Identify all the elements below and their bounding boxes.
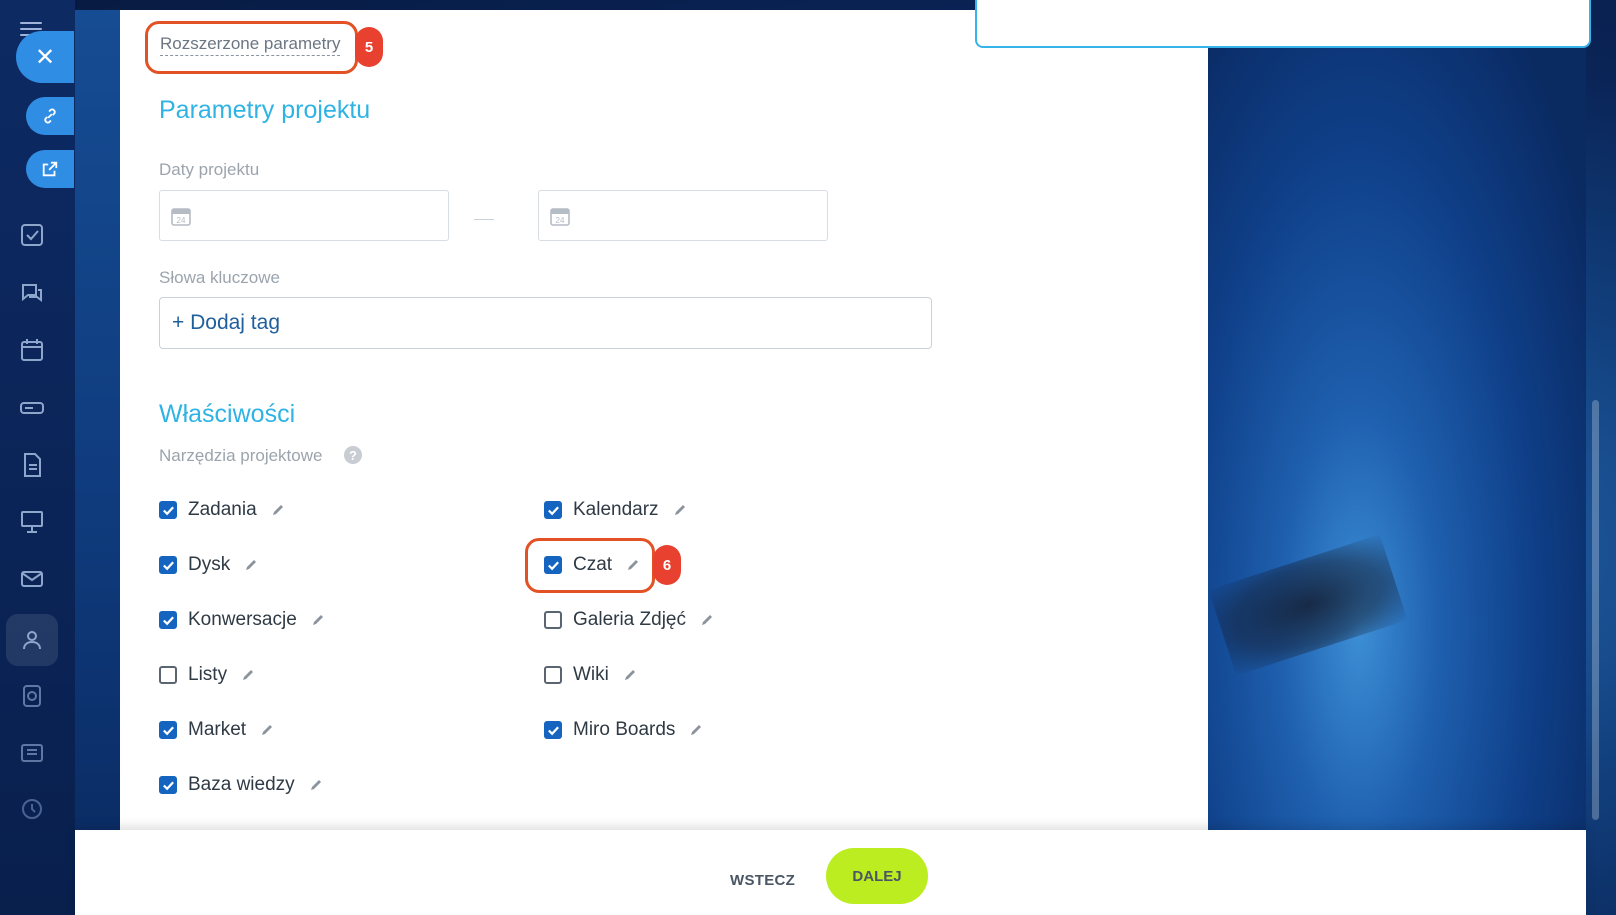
pencil-icon[interactable] <box>309 778 323 792</box>
tool-label: Baza wiedzy <box>188 774 295 795</box>
next-button[interactable]: DALEJ <box>826 848 928 904</box>
checkbox-checked[interactable] <box>544 501 562 519</box>
properties-title: Właściwości <box>159 400 296 428</box>
tool-label: Zadania <box>188 499 257 520</box>
presentation-icon[interactable] <box>19 509 45 535</box>
tool-label: Kalendarz <box>573 499 659 520</box>
chat-icon[interactable] <box>19 280 45 306</box>
pencil-icon[interactable] <box>260 723 274 737</box>
tool-label: Galeria Zdjęć <box>573 609 686 630</box>
panel-gutter <box>75 10 120 830</box>
pencil-icon[interactable] <box>271 503 285 517</box>
pencil-icon[interactable] <box>311 613 325 627</box>
mail-icon[interactable] <box>19 566 45 592</box>
checkbox-unchecked[interactable] <box>159 666 177 684</box>
keywords-label: Słowa kluczowe <box>159 268 280 287</box>
link-icon <box>44 108 56 124</box>
project-tools-label: Narzędzia projektowe <box>159 446 323 465</box>
tool-option[interactable]: Listy <box>159 662 255 688</box>
checkbox-checked[interactable] <box>159 501 177 519</box>
tool-option[interactable]: Wiki <box>544 662 637 688</box>
keywords-input[interactable]: + Dodaj tag <box>159 297 932 349</box>
checkbox-checked[interactable] <box>159 556 177 574</box>
callout-badge-5: 5 <box>355 27 383 67</box>
tasks-icon[interactable] <box>19 222 45 248</box>
checkbox-checked[interactable] <box>159 776 177 794</box>
tool-label: Czat <box>573 554 613 575</box>
project-name-input-frame[interactable] <box>975 0 1591 48</box>
close-button[interactable]: ✕ <box>16 31 74 83</box>
copy-link-button[interactable] <box>26 97 74 135</box>
tool-label: Miro Boards <box>573 719 676 740</box>
pencil-icon[interactable] <box>689 723 703 737</box>
contacts-icon[interactable] <box>19 740 45 766</box>
groups-icon[interactable] <box>19 627 45 653</box>
back-button[interactable]: WSTECZ <box>730 872 795 889</box>
pencil-icon[interactable] <box>700 613 714 627</box>
checkbox-checked[interactable] <box>544 556 562 574</box>
left-rail <box>0 0 75 915</box>
end-date-input[interactable]: 24 <box>538 190 828 241</box>
tool-label: Wiki <box>573 664 609 685</box>
open-new-window-button[interactable] <box>26 150 74 188</box>
dates-label: Daty projektu <box>159 160 260 179</box>
checkbox-unchecked[interactable] <box>544 666 562 684</box>
advanced-params-link[interactable]: Rozszerzone parametry <box>160 34 341 56</box>
pencil-icon[interactable] <box>626 558 640 572</box>
tool-option[interactable]: Zadania <box>159 497 285 523</box>
tool-option[interactable]: Galeria Zdjęć <box>544 607 714 633</box>
tool-option[interactable]: Dysk <box>159 552 258 578</box>
project-params-title: Parametry projektu <box>159 96 371 124</box>
start-date-input[interactable]: 24 <box>159 190 449 241</box>
drive-icon[interactable] <box>19 394 45 420</box>
tool-label: Market <box>188 719 247 740</box>
svg-text:24: 24 <box>556 216 565 225</box>
calendar-icon: 24 <box>171 208 191 226</box>
tool-option[interactable]: Kalendarz <box>544 497 687 523</box>
checkbox-unchecked[interactable] <box>544 611 562 629</box>
tool-label: Konwersacje <box>188 609 297 630</box>
pencil-icon[interactable] <box>244 558 258 572</box>
pencil-icon[interactable] <box>623 668 637 682</box>
tool-label: Listy <box>188 664 228 685</box>
pencil-icon[interactable] <box>241 668 255 682</box>
checkbox-checked[interactable] <box>159 721 177 739</box>
tool-option[interactable]: Market <box>159 717 274 743</box>
checkbox-checked[interactable] <box>159 611 177 629</box>
calendar-icon[interactable] <box>19 337 45 363</box>
svg-text:24: 24 <box>177 216 186 225</box>
tool-option[interactable]: Czat <box>544 552 640 578</box>
tool-label: Dysk <box>188 554 231 575</box>
settings-icon[interactable] <box>19 796 45 822</box>
pencil-icon[interactable] <box>673 503 687 517</box>
help-icon[interactable]: ? <box>344 446 362 464</box>
document-icon[interactable] <box>19 452 45 478</box>
external-link-icon <box>42 161 58 177</box>
calendar-icon: 24 <box>550 208 570 226</box>
background-image <box>1208 10 1586 830</box>
checkbox-checked[interactable] <box>544 721 562 739</box>
scrollbar[interactable] <box>1592 400 1599 820</box>
tool-option[interactable]: Baza wiedzy <box>159 772 323 798</box>
apps-icon[interactable] <box>19 683 45 709</box>
date-range-separator <box>474 219 494 220</box>
tool-option[interactable]: Konwersacje <box>159 607 325 633</box>
close-icon: ✕ <box>34 43 56 71</box>
add-tag-button[interactable]: + Dodaj tag <box>172 311 280 335</box>
callout-badge-6: 6 <box>653 545 681 585</box>
tool-option[interactable]: Miro Boards <box>544 717 703 743</box>
